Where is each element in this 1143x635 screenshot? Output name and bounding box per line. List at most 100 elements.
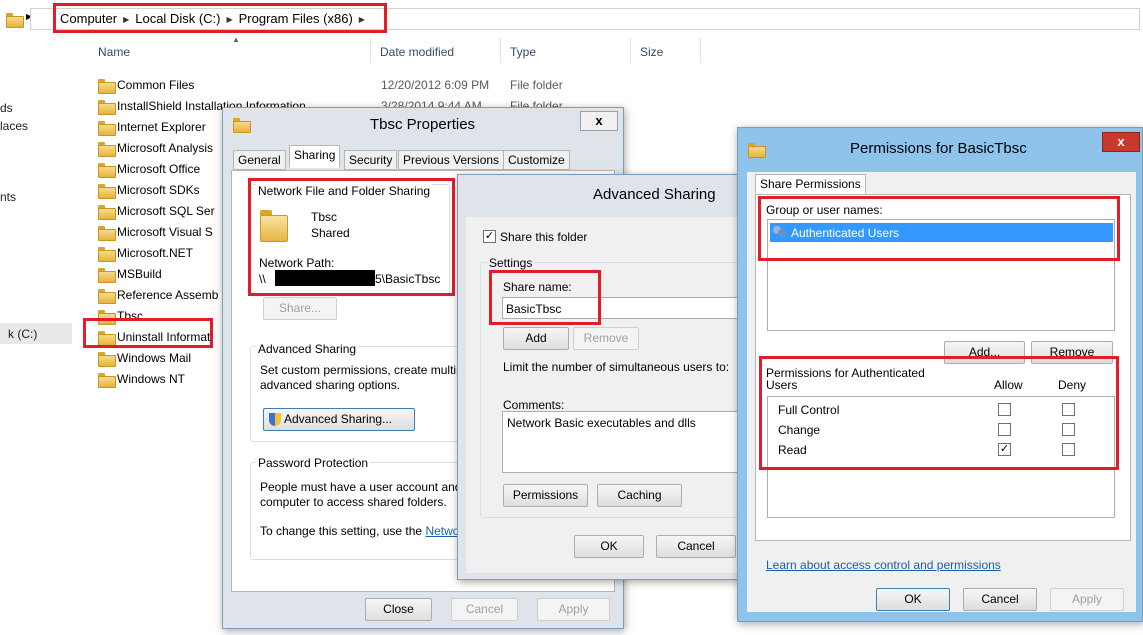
nav-item[interactable]: nts [0,190,16,204]
tab-previous-versions[interactable]: Previous Versions [398,150,505,170]
share-button[interactable]: Share... [263,297,337,320]
user-authenticated-users: Authenticated Users [791,226,900,240]
remove-button[interactable]: Remove [1031,341,1113,364]
file-name: Microsoft Office [117,162,201,176]
folder-icon [98,184,116,199]
ok-button[interactable]: OK [876,588,950,611]
close-dialog-button[interactable]: Close [365,598,432,621]
chevron-right-icon[interactable]: ▶ [123,15,129,24]
list-item-selected[interactable]: Authenticated Users [770,223,1113,242]
folder-icon [98,205,116,220]
settings-label: Settings [487,256,535,270]
chevron-right-icon[interactable]: ▶ [359,15,365,24]
close-button[interactable]: x [1102,132,1140,152]
advanced-sharing-label: Advanced Sharing [256,342,359,356]
column-separator[interactable] [370,38,371,63]
folder-icon [98,289,116,304]
file-name: Uninstall Informat [117,330,211,344]
advanced-sharing-button[interactable]: Advanced Sharing... [263,408,415,431]
tab-share-permissions[interactable]: Share Permissions [755,174,866,194]
folder-state: Shared [311,226,350,240]
explorer-window: ▶ Computer ▶ Local Disk (C:) ▶ Program Files… [0,0,1143,388]
file-name: Microsoft SDKs [117,183,200,197]
nav-item-local-disk[interactable]: k (C:) [8,327,37,341]
add-button[interactable]: Add [503,327,569,350]
column-date[interactable]: Date modified [380,45,454,59]
cancel-button[interactable]: Cancel [451,598,518,621]
column-separator[interactable] [500,38,501,63]
folder-icon [98,163,116,178]
change-deny-checkbox[interactable] [1062,423,1075,436]
group-user-label: Group or user names: [766,203,883,217]
file-name: Microsoft Analysis [117,141,214,155]
shared-folder-icon [260,210,288,242]
read-allow-checkbox[interactable]: ✓ [998,443,1011,456]
column-name[interactable]: Name [98,45,130,59]
folder-icon [98,79,116,94]
advanced-desc: Set custom permissions, create multiple [260,363,473,377]
folder-icon [98,142,116,157]
dialog-title: Advanced Sharing [593,186,716,203]
tab-customize[interactable]: Customize [503,150,570,170]
apply-button[interactable]: Apply [537,598,610,621]
apply-button[interactable]: Apply [1050,588,1124,611]
nav-item[interactable]: ds [0,101,13,115]
permissions-button[interactable]: Permissions [503,484,588,507]
cancel-button[interactable]: Cancel [656,535,736,558]
perm-row-full-control: Full Control [778,403,840,417]
change-allow-checkbox[interactable] [998,423,1011,436]
share-name-input[interactable]: BasicTbsc [502,297,742,319]
share-name-label: Share name: [503,280,572,294]
full-control-allow-checkbox[interactable] [998,403,1011,416]
file-name: Microsoft.NET [117,246,194,260]
sort-up-icon: ▲ [232,35,240,44]
network-link[interactable]: Netwo [425,524,459,538]
perm-row-read: Read [778,443,807,457]
folder-icon [233,118,251,134]
list-item[interactable]: Common Files 12/20/2012 6:09 PM File folde… [98,75,798,96]
breadcrumb-program-files[interactable]: Program Files (x86) [239,11,353,26]
breadcrumb-computer[interactable]: Computer [60,11,117,26]
learn-more-link[interactable]: Learn about access control and permissio… [766,558,1001,572]
share-this-folder-checkbox[interactable]: ✓ [483,230,496,243]
full-control-deny-checkbox[interactable] [1062,403,1075,416]
ok-button[interactable]: OK [574,535,644,558]
remove-button[interactable]: Remove [573,327,639,350]
breadcrumb-local-disk[interactable]: Local Disk (C:) [135,11,220,26]
users-icon [773,226,787,238]
nfs-group-label: Network File and Folder Sharing [256,184,433,198]
column-type[interactable]: Type [510,45,536,59]
file-date: 12/20/2012 6:09 PM [381,78,490,92]
comments-value: Network Basic executables and dlls [507,416,696,430]
column-separator[interactable] [630,38,631,63]
allow-header: Allow [994,378,1023,392]
folder-icon [98,352,116,367]
folder-icon [748,143,766,159]
file-name: Internet Explorer [117,120,206,134]
file-name: Reference Assemb [117,288,219,302]
perm-row-change: Change [778,423,821,437]
comments-textarea[interactable]: Network Basic executables and dlls [502,411,742,473]
share-name-value: BasicTbsc [506,302,562,316]
file-type: File folder [510,78,563,92]
add-button[interactable]: Add... [944,341,1025,364]
password-group-label: Password Protection [256,456,371,470]
redacted-block [275,270,375,286]
tab-general[interactable]: General [233,150,286,170]
comments-label: Comments: [503,398,565,412]
tab-security[interactable]: Security [344,150,398,170]
folder-icon [6,13,24,29]
file-name: Windows NT [117,372,186,386]
column-separator[interactable] [700,38,701,63]
read-deny-checkbox[interactable] [1062,443,1075,456]
close-button[interactable]: x [580,111,618,131]
password-desc: To change this setting, use the Netwo [260,524,460,538]
nav-item[interactable]: laces [0,119,28,133]
tab-sharing[interactable]: Sharing [289,145,341,168]
cancel-button[interactable]: Cancel [963,588,1037,611]
chevron-right-icon[interactable]: ▶ [226,15,232,24]
folder-icon [98,247,116,262]
file-name: Microsoft Visual S [117,225,213,239]
caching-button[interactable]: Caching [597,484,682,507]
column-size[interactable]: Size [640,45,663,59]
